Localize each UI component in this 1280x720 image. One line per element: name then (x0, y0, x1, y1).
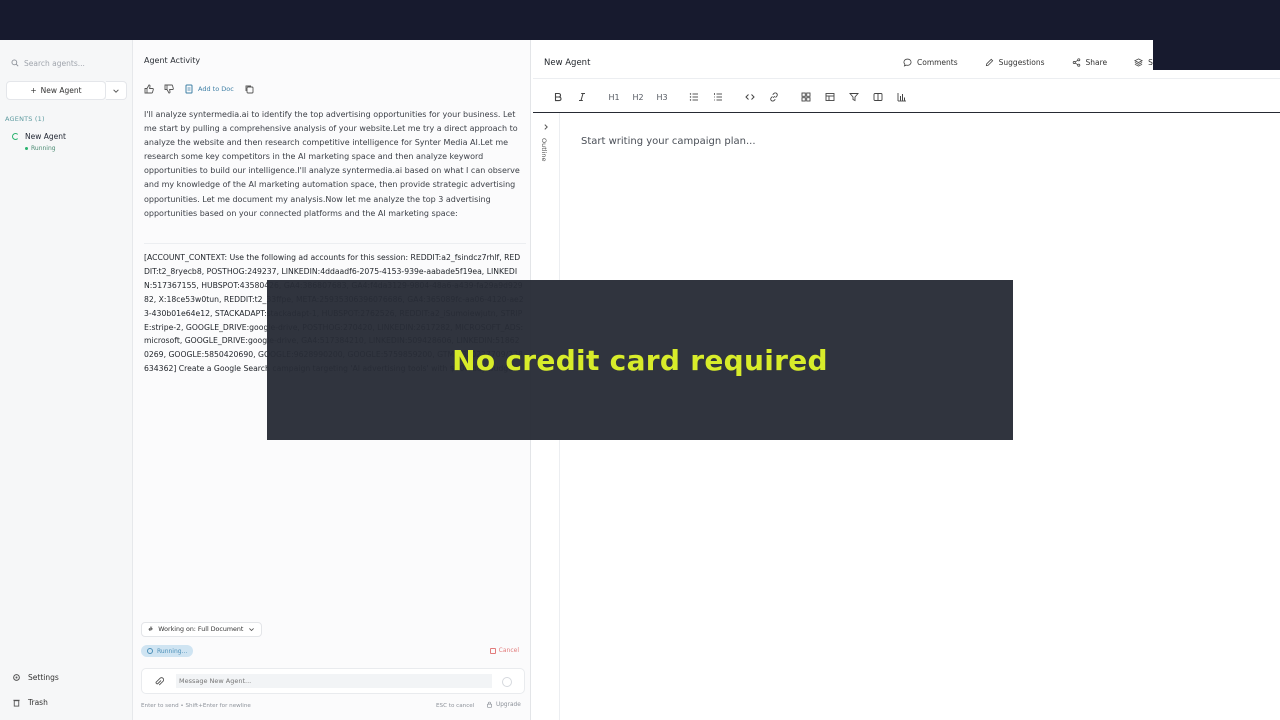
code-icon (745, 94, 755, 100)
pencil-icon (985, 58, 993, 67)
loading-spinner-icon (147, 648, 153, 654)
grid-icon (801, 92, 811, 102)
copy-icon[interactable] (244, 84, 254, 94)
comments-button[interactable]: Comments (903, 58, 958, 67)
hash-icon: # (148, 626, 154, 633)
divider (533, 112, 1280, 113)
loading-spinner-icon (12, 133, 19, 140)
top-right-bar (1153, 40, 1280, 70)
promo-banner: No credit card required (267, 280, 1013, 440)
settings-link[interactable]: Settings (12, 673, 59, 682)
message-input[interactable] (176, 674, 492, 688)
top-bar (0, 0, 1280, 40)
numbered-list-icon (714, 93, 722, 101)
trash-link[interactable]: Trash (12, 698, 48, 707)
comment-icon (903, 58, 912, 67)
message-actions: Add to Doc (144, 84, 254, 94)
agent-message: I'll analyze syntermedia.ai to identify … (144, 110, 520, 218)
search-icon (11, 59, 19, 67)
agents-section-header: AGENTS (1) (5, 115, 45, 123)
filter-icon (849, 93, 859, 102)
grid-button[interactable] (794, 90, 818, 104)
share-icon (1072, 58, 1080, 67)
divider (144, 243, 526, 244)
keyboard-hint: Enter to send • Shift+Enter for newline (141, 703, 251, 709)
numbered-list-button[interactable] (706, 90, 730, 104)
comments-label: Comments (917, 58, 958, 67)
trash-label: Trash (28, 698, 48, 707)
chevron-down-icon (113, 88, 119, 93)
chevron-down-icon (249, 628, 255, 632)
share-button[interactable]: Share (1072, 58, 1108, 67)
new-agent-label: New Agent (40, 86, 82, 95)
bold-icon (554, 92, 562, 102)
add-to-doc-button[interactable]: Add to Doc (184, 84, 234, 94)
format-toolbar: H1 H2 H3 (546, 90, 914, 104)
outline-label: Outline (540, 138, 548, 162)
cancel-button[interactable]: Cancel (489, 647, 519, 654)
document-title: New Agent (544, 58, 591, 68)
search-agents[interactable]: Search agents... (6, 55, 122, 71)
lock-icon (487, 701, 492, 708)
cancel-label: Cancel (498, 647, 519, 654)
upgrade-link[interactable]: Upgrade (486, 701, 521, 708)
sidebar: Search agents... + New Agent AGENTS (1) … (0, 40, 133, 720)
italic-icon (579, 93, 585, 101)
thumbs-down-icon[interactable] (164, 84, 174, 94)
heading2-button[interactable]: H2 (626, 90, 650, 104)
heading3-button[interactable]: H3 (650, 90, 674, 104)
bold-button[interactable] (546, 90, 570, 104)
divider (533, 78, 1280, 79)
chart-button[interactable] (890, 90, 914, 104)
agent-list-item[interactable]: New Agent Running (10, 130, 125, 154)
link-button[interactable] (762, 90, 786, 104)
thumbs-up-icon[interactable] (144, 84, 154, 94)
agent-status: Running (25, 145, 56, 152)
send-icon[interactable] (502, 677, 512, 687)
agent-name: New Agent (25, 132, 66, 141)
stop-icon (489, 647, 496, 654)
code-button[interactable] (738, 90, 762, 104)
upgrade-label: Upgrade (496, 701, 521, 708)
document-icon (185, 84, 193, 94)
add-to-doc-label: Add to Doc (198, 85, 234, 93)
editor-actions: Comments Suggestions Share Ses (903, 58, 1161, 67)
working-on-selector[interactable]: # Working on: Full Document (141, 622, 263, 637)
message-composer (141, 668, 525, 694)
esc-hint: ESC to cancel (436, 703, 475, 709)
bar-chart-icon (897, 93, 906, 102)
running-label: Running... (157, 647, 188, 655)
status-dot-icon (25, 147, 28, 150)
agent-status-text: Running (31, 145, 56, 152)
share-label: Share (1085, 58, 1108, 67)
gear-icon (13, 674, 20, 681)
heading1-button[interactable]: H1 (602, 90, 626, 104)
promo-text: No credit card required (452, 343, 828, 377)
settings-label: Settings (28, 673, 59, 682)
layers-icon (1134, 58, 1144, 67)
bullet-list-button[interactable] (682, 90, 706, 104)
columns-icon (873, 93, 883, 101)
link-icon (770, 92, 778, 102)
italic-button[interactable] (570, 90, 594, 104)
table-button[interactable] (818, 90, 842, 104)
editor-placeholder[interactable]: Start writing your campaign plan... (581, 136, 756, 147)
working-on-label: Working on: Full Document (158, 626, 244, 633)
search-placeholder: Search agents... (24, 58, 85, 68)
chevron-right-icon[interactable] (542, 123, 550, 131)
suggestions-label: Suggestions (998, 58, 1045, 67)
activity-title: Agent Activity (144, 56, 201, 65)
paperclip-icon[interactable] (154, 677, 164, 687)
suggestions-button[interactable]: Suggestions (985, 58, 1045, 67)
table-icon (825, 93, 835, 101)
new-agent-dropdown-button[interactable] (106, 81, 127, 100)
new-agent-button[interactable]: + New Agent (6, 81, 106, 100)
filter-button[interactable] (842, 90, 866, 104)
bullet-list-icon (689, 93, 698, 101)
trash-icon (13, 699, 20, 707)
columns-button[interactable] (866, 90, 890, 104)
plus-icon: + (30, 86, 37, 95)
running-status-badge: Running... (141, 645, 194, 657)
